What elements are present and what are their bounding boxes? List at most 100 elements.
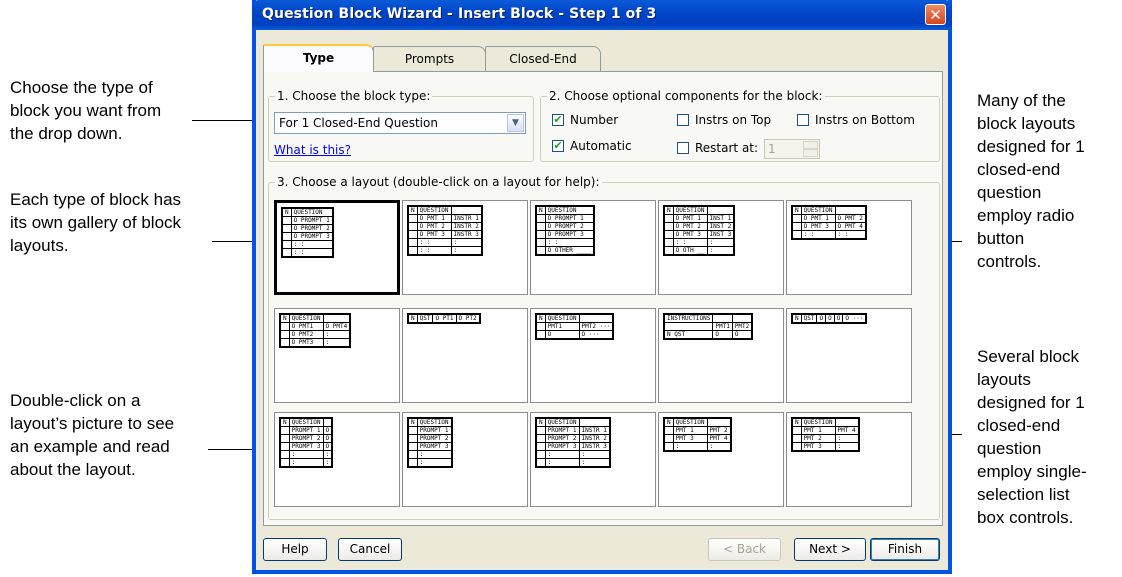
layout-thumbnail[interactable]: N QST O O O O ···	[786, 308, 912, 403]
wizard-dialog: Question Block Wizard - Insert Block - S…	[252, 0, 952, 574]
layout-cell: QUESTION	[290, 208, 333, 217]
tab-type[interactable]: Type	[263, 44, 374, 72]
layout-cell: O PMT2	[288, 330, 324, 339]
layout-cell: PROMPT 3	[544, 442, 580, 451]
layout-thumbnail[interactable]: N QUESTION PMT 1 PMT 4 PMT 2: PMT 3:	[786, 412, 912, 507]
chevron-down-icon[interactable]: ▼	[507, 114, 524, 132]
layout-cell	[282, 216, 292, 225]
number-checkbox[interactable]: ✔ Number	[552, 113, 618, 127]
tab-prompts[interactable]: Prompts	[373, 46, 486, 71]
layout-cell: N	[282, 208, 292, 217]
block-type-value: For 1 Closed-End Question	[279, 116, 438, 130]
layout-cell: O PROMPT 2	[290, 224, 333, 233]
instrs-on-top-checkbox[interactable]: Instrs on Top	[677, 113, 771, 127]
layout-thumbnail[interactable]: N QUESTION PROMPT 1 O PROMPT 2 O PROMPT 3O::::	[274, 412, 400, 507]
layout-cell	[792, 434, 802, 443]
layout-cell: INSTR 3	[578, 442, 610, 451]
back-button[interactable]: < Back	[708, 538, 781, 561]
layout-cell: O PT2	[455, 314, 480, 323]
callout-double-click: Double-click on a layout’s picture to se…	[10, 391, 175, 479]
restart-at-checkbox[interactable]: Restart at:	[677, 141, 758, 155]
layout-thumbnail[interactable]: N QST O PT1 O PT2	[402, 308, 528, 403]
layout-cell	[664, 222, 674, 231]
spin-up-button	[803, 141, 818, 149]
layout-thumbnail[interactable]: N QUESTION O PMT 1 INST 1O PMT 2 INST 2O PMT…	[658, 200, 784, 295]
layout-cell: O PROMPT 3	[290, 232, 333, 241]
layout-cell: O	[825, 314, 835, 323]
layout-cell	[280, 442, 290, 451]
layout-cell: INST 2	[706, 222, 735, 231]
layout-cell	[322, 418, 333, 427]
layout-cell: O	[544, 330, 580, 339]
layout-thumbnail[interactable]: N QUESTION PMT 1 PMT 2 PMT 3 PMT 4::	[658, 412, 784, 507]
layout-cell: PMT 1	[800, 426, 836, 435]
layout-cell: PMT 2	[800, 434, 836, 443]
layout-cell: PMT2	[731, 322, 753, 331]
layout-thumbnail[interactable]: N QUESTION O PROMPT 1O PROMPT 2O PROMPT 3:…	[530, 200, 656, 295]
layout-cell: O PMT4	[322, 322, 351, 331]
layout-cell	[664, 442, 674, 451]
layout-cell: :	[834, 434, 859, 443]
next-button[interactable]: Next >	[794, 538, 866, 561]
layout-cell	[408, 230, 418, 239]
layout-cell: N	[664, 418, 674, 427]
layout-cell: :	[322, 338, 351, 347]
layout-cell	[408, 222, 418, 231]
layout-cell	[578, 418, 610, 427]
layout-cell: QUESTION	[288, 314, 324, 323]
layout-cell: O	[322, 434, 333, 443]
callout-radio-layouts: Many of the block layouts designed for 1…	[977, 91, 1085, 271]
layout-cell	[280, 458, 290, 467]
layout-cell	[282, 224, 292, 233]
layout-cell: O	[816, 314, 827, 323]
instrs-on-bottom-checkbox[interactable]: Instrs on Bottom	[797, 113, 915, 127]
layout-cell: INSTR 2	[578, 434, 610, 443]
layout-cell	[408, 434, 418, 443]
layout-cell	[280, 330, 290, 339]
layout-picture: N QUESTION PMT1 PMT2 ··· O O ···	[535, 313, 615, 340]
layout-cell	[282, 248, 292, 257]
layout-cell: QUESTION	[416, 206, 452, 215]
layout-thumbnail[interactable]: N QUESTION O PROMPT 1O PROMPT 2O PROMPT 3:…	[274, 200, 400, 295]
dialog-title: Question Block Wizard - Insert Block - S…	[262, 6, 657, 22]
layout-cell: :	[578, 450, 610, 459]
finish-button[interactable]: Finish	[870, 538, 940, 561]
layout-cell: O OTHER ____	[544, 246, 594, 255]
layout-cell: PROMPT 2	[288, 434, 324, 443]
layout-thumbnail[interactable]: N QUESTION PROMPT 1 PROMPT 2 PROMPT 3::	[402, 412, 528, 507]
layout-cell: :	[544, 450, 580, 459]
layout-thumbnail[interactable]: N QUESTION PROMPT 1 INSTR 1 PROMPT 2 INSTR 2P…	[530, 412, 656, 507]
close-button[interactable]: ✕	[925, 4, 946, 25]
block-type-dropdown[interactable]: For 1 Closed-End Question ▼	[274, 112, 526, 134]
automatic-checkbox[interactable]: ✔ Automatic	[552, 139, 632, 153]
layout-cell: N	[408, 206, 418, 215]
what-is-this-link[interactable]: What is this?	[274, 143, 351, 157]
layout-cell: N	[408, 418, 418, 427]
layout-cell: QUESTION	[544, 418, 580, 427]
help-button[interactable]: Help	[263, 538, 327, 561]
layout-cell: O PROMPT 2	[544, 222, 594, 231]
layout-cell	[792, 442, 802, 451]
layout-picture: N QUESTION O PMT 1 INSTR 1O PMT 2 INSTR 2O P…	[407, 205, 483, 256]
layout-cell	[408, 426, 418, 435]
layout-cell: O PMT 3	[800, 222, 836, 231]
callout-choose-type: Choose the type of block you want from t…	[10, 78, 162, 143]
layout-picture: N QUESTION PROMPT 1 INSTR 1 PROMPT 2 INSTR 2P…	[535, 417, 611, 468]
layout-thumbnail[interactable]: N QUESTION O PMT 1O PMT 2O PMT 3O PMT 4: :…	[786, 200, 912, 295]
tab-closed-end[interactable]: Closed-End	[485, 46, 601, 71]
layout-cell: O PROMPT 1	[544, 214, 594, 223]
layout-cell: O ···	[842, 314, 867, 323]
layout-cell	[408, 238, 418, 247]
layout-picture: N QUESTION O PMT1 O PMT4 O PMT2: O PMT3:	[279, 313, 352, 348]
layout-cell: N	[280, 418, 290, 427]
layout-cell: :	[322, 458, 333, 467]
layout-thumbnail[interactable]: N QUESTION PMT1 PMT2 ··· O O ···	[530, 308, 656, 403]
layout-cell: INST 3	[706, 230, 735, 239]
layout-thumbnail[interactable]: N QUESTION O PMT1 O PMT4 O PMT2: O PMT3:	[274, 308, 400, 403]
layout-cell: :	[288, 450, 324, 459]
layout-cell	[731, 314, 753, 323]
layout-thumbnail[interactable]: INSTRUCTIONS PMT1 PMT2 N QST O O	[658, 308, 784, 403]
cancel-button[interactable]: Cancel	[338, 538, 402, 561]
layout-thumbnail[interactable]: N QUESTION O PMT 1 INSTR 1O PMT 2 INSTR 2O P…	[402, 200, 528, 295]
layout-cell: :	[450, 238, 482, 247]
